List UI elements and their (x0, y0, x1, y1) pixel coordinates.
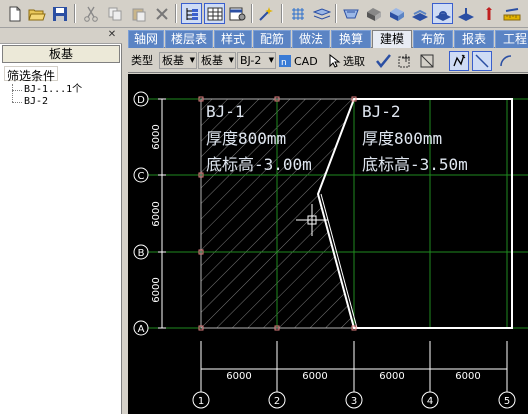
properties-icon[interactable] (227, 3, 248, 24)
view-floor-icon[interactable] (455, 3, 476, 24)
component-panel: ✕ 板基 筛选条件 BJ-1...1个 BJ-2 (0, 28, 122, 414)
type-select-2-value: 板基 (201, 54, 223, 67)
window-select-icon[interactable] (417, 51, 437, 71)
tab-axis-grid[interactable]: 轴网 (128, 30, 164, 48)
cad-label: CAD (294, 54, 318, 68)
tree-item-bj2[interactable]: BJ-2 (10, 96, 82, 108)
pointer-icon (329, 54, 341, 68)
tab-rebar-layout[interactable]: 布筋 (413, 30, 453, 48)
drawing-canvas[interactable]: BJ-1 厚度800mm 底标高-3.00m BJ-2 厚度800mm 底标高-… (128, 74, 528, 414)
delete-icon[interactable] (151, 3, 172, 24)
axis-col-3: 3 (351, 396, 357, 407)
dim-row-ba: 6000 (151, 277, 162, 302)
paste-icon[interactable] (128, 3, 149, 24)
cad-icon: n (279, 55, 291, 68)
view-3d-left-icon[interactable] (363, 3, 384, 24)
tab-floor-table[interactable]: 楼层表 (165, 30, 213, 48)
type-select-1-value: 板基 (162, 54, 184, 67)
component-select-value: BJ-2 (240, 54, 262, 67)
save-icon[interactable] (49, 3, 70, 24)
axis-col-4: 4 (427, 396, 433, 407)
axis-row-b: B (138, 248, 145, 259)
cad-import-button[interactable]: n CAD (278, 51, 322, 71)
component-select[interactable]: BJ-2 ▼ (237, 52, 276, 69)
type-label: 类型 (131, 54, 153, 67)
svg-text:n: n (281, 58, 287, 68)
tab-report[interactable]: 报表 (454, 30, 494, 48)
dim-col-34: 6000 (379, 371, 404, 382)
chevron-down-icon: ▼ (268, 56, 274, 64)
grid-icon[interactable] (287, 3, 308, 24)
select-label: 选取 (343, 55, 365, 68)
dim-col-45: 6000 (455, 371, 480, 382)
tab-method[interactable]: 做法 (292, 30, 330, 48)
close-icon[interactable]: ✕ (106, 29, 118, 41)
view-3d-front-icon[interactable] (340, 3, 361, 24)
open-folder-icon[interactable] (26, 3, 47, 24)
slab-bj1-elevation: 底标高-3.00m (206, 155, 312, 174)
tree-item-bj1[interactable]: BJ-1...1个 (10, 84, 82, 96)
view-plan-icon[interactable] (432, 3, 453, 24)
new-file-icon[interactable] (4, 3, 25, 24)
box-select-icon[interactable] (395, 51, 415, 71)
chevron-down-icon: ▼ (189, 56, 195, 64)
slab-bj1-name: BJ-1 (206, 102, 245, 121)
dim-col-12: 6000 (226, 371, 251, 382)
view-3d-iso-icon[interactable] (409, 3, 430, 24)
component-tree: BJ-1...1个 BJ-2 (10, 84, 82, 108)
view-3d-right-icon[interactable] (386, 3, 407, 24)
table-view-icon[interactable] (204, 3, 225, 24)
tree-view-icon[interactable] (181, 3, 202, 24)
tab-project[interactable]: 工程 (495, 30, 528, 48)
dim-col-23: 6000 (302, 371, 327, 382)
main-toolbar (0, 0, 528, 28)
draw-line-icon[interactable] (472, 51, 492, 71)
tab-conversion[interactable]: 换算 (331, 30, 371, 48)
dim-row-dc: 6000 (151, 124, 162, 149)
module-tabs: 轴网 楼层表 样式 配筋 做法 换算 建模 布筋 报表 工程 (128, 28, 528, 48)
axis-row-d: D (137, 95, 145, 106)
axis-col-1: 1 (198, 396, 204, 407)
cut-icon[interactable] (80, 3, 101, 24)
confirm-icon[interactable] (373, 51, 393, 71)
draw-arc-icon[interactable] (496, 51, 516, 71)
axis-row-c: C (138, 171, 145, 182)
type-select-1[interactable]: 板基 ▼ (159, 52, 197, 69)
select-button[interactable]: 选取 (329, 51, 371, 71)
axis-col-5: 5 (504, 396, 510, 407)
dim-row-cb: 6000 (151, 201, 162, 226)
tab-style[interactable]: 样式 (214, 30, 252, 48)
ruler-icon[interactable] (501, 3, 522, 24)
draw-polyline-icon[interactable] (449, 51, 469, 71)
slab-bj1-thickness: 厚度800mm (206, 129, 286, 148)
tab-modeling[interactable]: 建模 (372, 30, 412, 48)
filter-conditions-label[interactable]: 筛选条件 (4, 66, 59, 83)
layers-icon[interactable] (311, 3, 332, 24)
axis-col-2: 2 (274, 396, 280, 407)
copy-icon[interactable] (104, 3, 125, 24)
modeling-toolbar: 类型 板基 ▼ 板基 ▼ BJ-2 ▼ n CAD 选取 (128, 49, 528, 73)
plan-view[interactable]: BJ-1 厚度800mm 底标高-3.00m BJ-2 厚度800mm 底标高-… (128, 74, 528, 414)
axis-row-a: A (138, 324, 145, 335)
check-icon[interactable] (256, 3, 277, 24)
chevron-down-icon: ▼ (228, 56, 234, 64)
rotate-icon[interactable] (478, 3, 499, 24)
slab-bj2-elevation: 底标高-3.50m (362, 155, 468, 174)
slab-bj2-name: BJ-2 (362, 102, 401, 121)
panel-caption: ✕ (0, 28, 122, 44)
slab-bj2-thickness: 厚度800mm (362, 129, 442, 148)
component-type-title[interactable]: 板基 (2, 45, 120, 63)
type-select-2[interactable]: 板基 ▼ (198, 52, 236, 69)
tab-reinforcement[interactable]: 配筋 (253, 30, 291, 48)
